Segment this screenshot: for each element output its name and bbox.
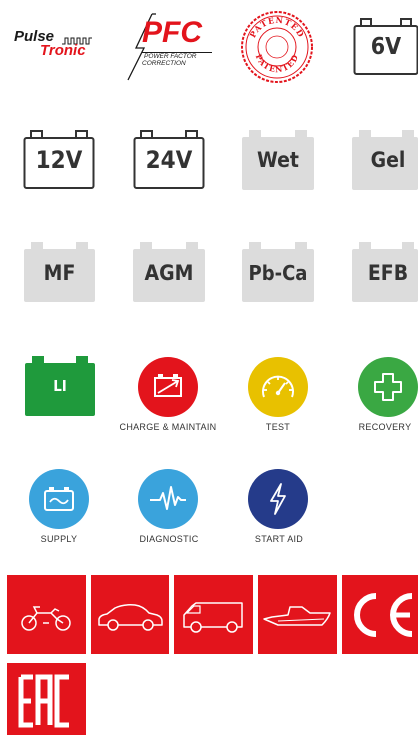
pfc-underline	[142, 52, 212, 53]
mode-caption: DIAGNOSTIC	[139, 534, 199, 544]
supply-battery-icon	[44, 487, 74, 511]
diagnostic-mode	[138, 469, 198, 529]
battery-label: Wet	[257, 148, 299, 172]
battery-6v: 6V	[353, 16, 418, 76]
pfc-line1: POWER FACTOR	[144, 53, 197, 60]
battery-label: Gel	[370, 148, 406, 172]
battery-label: AGM	[144, 261, 194, 285]
battery-label: 12V	[35, 146, 83, 174]
gauge-icon	[262, 375, 294, 398]
test-mode	[248, 357, 308, 417]
pulse-wave-icon	[150, 486, 186, 510]
eac-mark-icon	[18, 674, 69, 728]
patented-seal: PATENTED PATENTED	[240, 10, 314, 84]
mode-caption: CHARGE & MAINTAIN	[119, 422, 217, 432]
mode-caption: RECOVERY	[358, 422, 412, 432]
battery-12v: 12V	[23, 128, 95, 190]
battery-24v: 24V	[133, 128, 205, 190]
motorcycle-tile	[7, 575, 86, 654]
pfc-line2: CORRECTION	[142, 60, 186, 67]
mode-caption: START AID	[254, 534, 304, 544]
tronic-word: Tronic	[40, 42, 86, 59]
battery-label: MF	[43, 261, 76, 285]
eac-tile	[7, 663, 86, 735]
battery-label: Pb-Ca	[248, 261, 308, 285]
battery-pb-ca: Pb-Ca	[242, 240, 314, 302]
svg-text:PATENTED: PATENTED	[254, 52, 301, 74]
battery-label: 6V	[370, 34, 402, 60]
patented-seal-icon: PATENTED PATENTED	[241, 11, 313, 83]
van-tile	[174, 575, 253, 654]
motorcycle-icon	[21, 606, 71, 631]
cross-icon	[374, 373, 402, 401]
battery-label: EFB	[367, 261, 409, 285]
car-icon	[98, 604, 163, 631]
start-aid-mode	[248, 469, 308, 529]
battery-charge-icon	[154, 374, 182, 397]
battery-gel: Gel	[352, 128, 418, 190]
battery-label: LI	[53, 377, 67, 395]
battery-agm: AGM	[133, 240, 205, 302]
battery-wet: Wet	[242, 128, 314, 190]
battery-mf: MF	[24, 240, 95, 302]
mode-caption: SUPPLY	[40, 534, 78, 544]
boat-icon	[263, 606, 331, 626]
supply-mode	[29, 469, 89, 529]
ce-mark-icon	[354, 593, 413, 637]
pfc-title: PFC	[142, 16, 202, 49]
lightning-icon	[270, 483, 286, 515]
van-icon	[183, 602, 243, 633]
recovery-mode	[358, 357, 418, 417]
battery-efb: EFB	[352, 240, 418, 302]
boat-tile	[258, 575, 337, 654]
charge-maintain-mode	[138, 357, 198, 417]
patented-bottom-text: PATENTED	[254, 52, 300, 74]
ce-tile	[342, 575, 418, 654]
mode-caption: TEST	[265, 422, 291, 432]
battery-label: 24V	[145, 146, 193, 174]
pulsetronic-logo: Pulse Tronic	[14, 28, 114, 68]
car-tile	[91, 575, 169, 654]
battery-li: LI	[25, 355, 95, 416]
pfc-logo: PFC POWER FACTOR CORRECTION	[122, 12, 217, 82]
